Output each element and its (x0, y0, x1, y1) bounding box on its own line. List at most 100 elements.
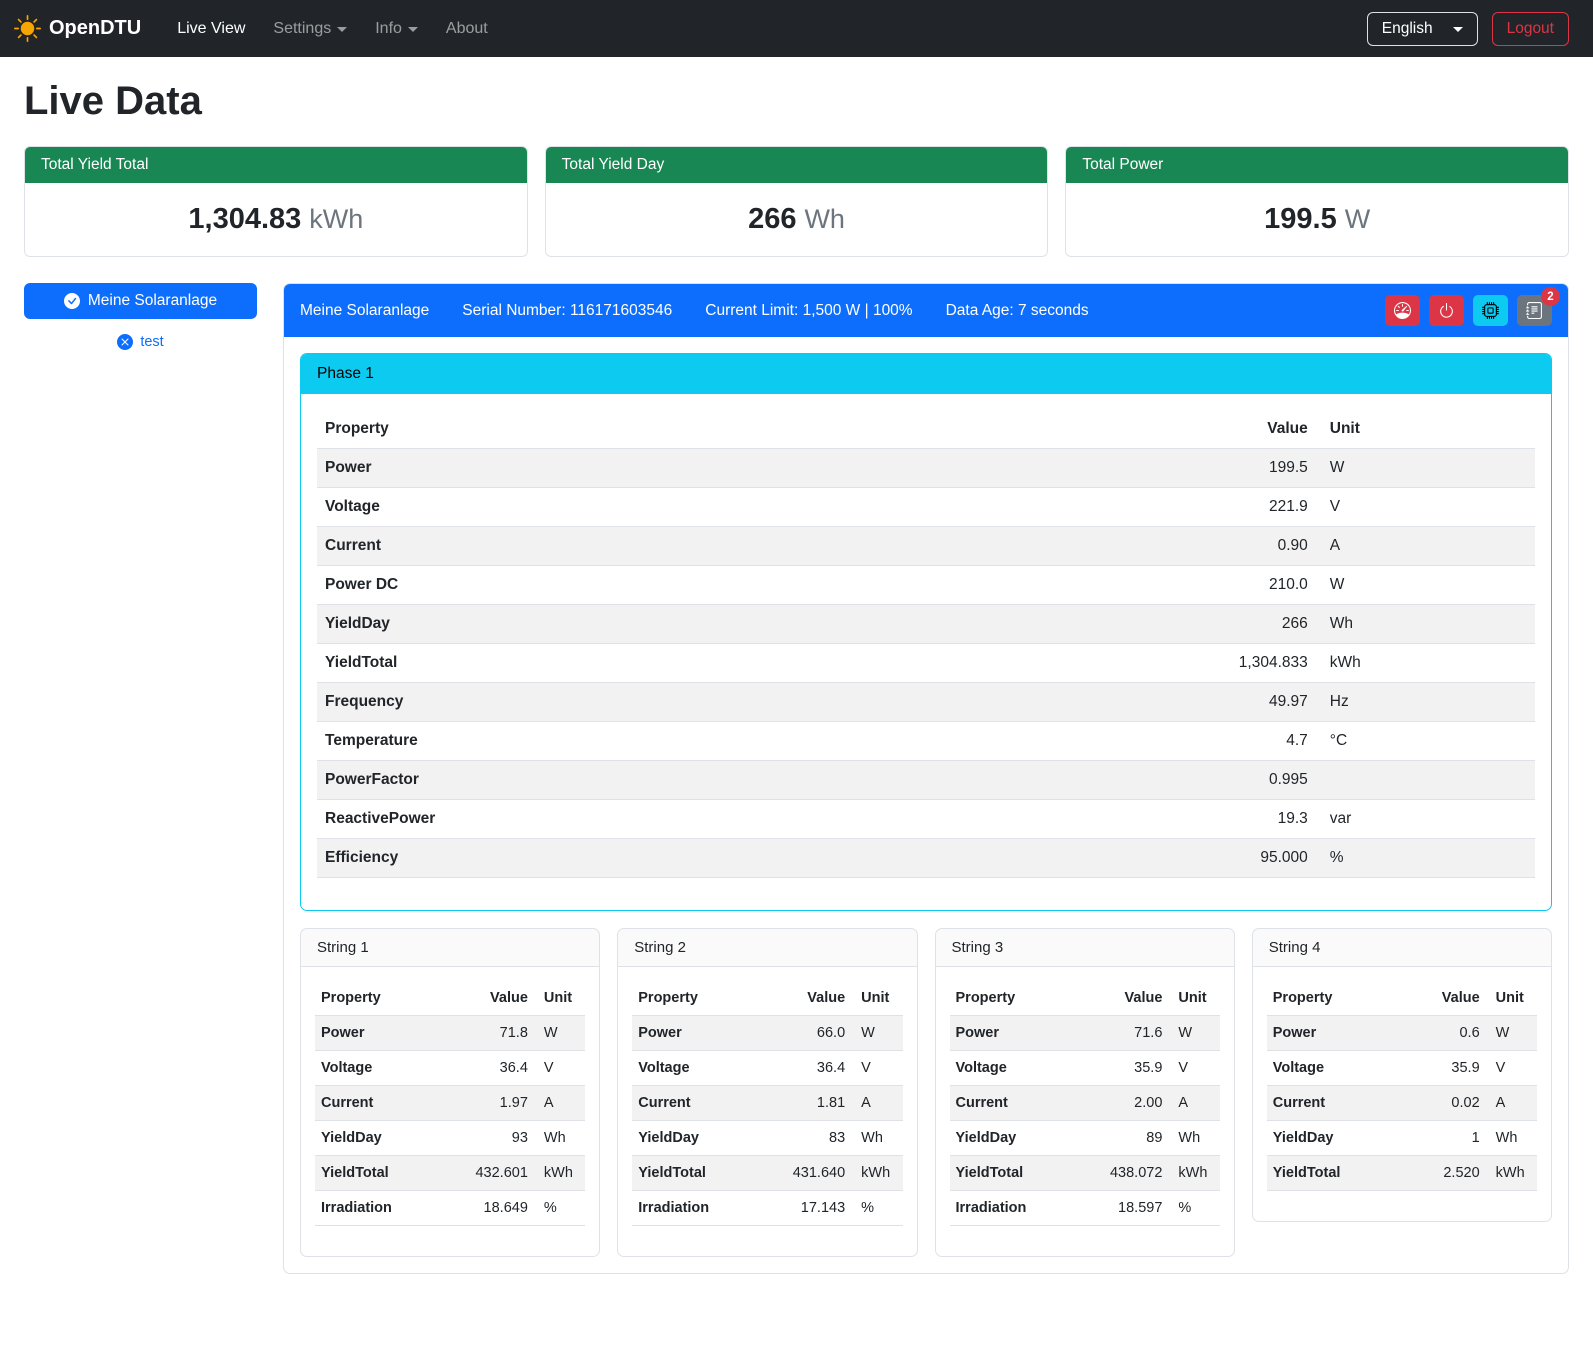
summary-card-total-yield-day: Total Yield Day 266Wh (545, 146, 1049, 257)
property-cell: YieldTotal (950, 1156, 1073, 1191)
table-row: YieldDay266Wh (317, 605, 1535, 644)
brand[interactable]: OpenDTU (14, 15, 141, 42)
property-cell: Current (632, 1086, 755, 1121)
nav-about[interactable]: About (434, 12, 500, 46)
inverter-select-button[interactable]: Meine Solaranlage (24, 283, 257, 319)
language-select[interactable]: English (1367, 12, 1478, 46)
property-cell: Efficiency (317, 839, 914, 878)
property-cell: Voltage (632, 1051, 755, 1086)
content-row: Meine Solaranlage test Meine Solaranlage… (24, 283, 1569, 1274)
column-value: Value (914, 410, 1316, 449)
value-cell: 0.02 (1401, 1086, 1485, 1121)
unit-cell: V (534, 1051, 585, 1086)
table-row: YieldDay83Wh (632, 1121, 902, 1156)
nav-links: Live View Settings Info About (165, 12, 500, 46)
value-cell: 18.597 (1073, 1191, 1169, 1226)
value-cell: 1.97 (438, 1086, 534, 1121)
unit-cell: W (1168, 1016, 1219, 1051)
unit-cell: V (1316, 488, 1535, 527)
unit-cell: A (1486, 1086, 1537, 1121)
unit-cell: W (1316, 566, 1535, 605)
table-row: YieldDay93Wh (315, 1121, 585, 1156)
string-table: Property Value Unit Power71.8W Voltage36… (315, 981, 585, 1226)
value-cell: 199.5 (914, 449, 1316, 488)
column-unit: Unit (1316, 410, 1535, 449)
phase-card: Phase 1 Property Value Unit (300, 353, 1552, 911)
sidebar: Meine Solaranlage test (24, 283, 257, 350)
phase-table: Property Value Unit Power199.5W Voltage2… (317, 410, 1535, 878)
property-cell: YieldDay (315, 1121, 438, 1156)
value-cell: 35.9 (1073, 1051, 1169, 1086)
unit-cell: kWh (1168, 1156, 1219, 1191)
property-cell: Frequency (317, 683, 914, 722)
device-info-button[interactable] (1473, 295, 1508, 326)
table-row: Power0.6W (1267, 1016, 1537, 1051)
property-cell: YieldTotal (317, 644, 914, 683)
table-row: Power71.8W (315, 1016, 585, 1051)
chevron-down-icon (408, 27, 418, 32)
string-card-1: String 1 Property Value Unit (300, 928, 600, 1257)
table-row: Current0.02A (1267, 1086, 1537, 1121)
power-button[interactable] (1429, 295, 1464, 326)
summary-unit: W (1345, 204, 1370, 234)
property-cell: ReactivePower (317, 800, 914, 839)
speedometer-icon (1394, 302, 1411, 319)
unit-cell: V (851, 1051, 902, 1086)
table-row: Current1.97A (315, 1086, 585, 1121)
unit-cell: kWh (1486, 1156, 1537, 1191)
value-cell: 89 (1073, 1121, 1169, 1156)
inverter-card-body: Phase 1 Property Value Unit (284, 337, 1568, 1273)
unit-cell: W (1486, 1016, 1537, 1051)
table-row: Power DC210.0W (317, 566, 1535, 605)
table-header-row: Property Value Unit (317, 410, 1535, 449)
unit-cell: A (1168, 1086, 1219, 1121)
table-row: YieldTotal2.520kWh (1267, 1156, 1537, 1191)
value-cell: 266 (914, 605, 1316, 644)
nav-live-view[interactable]: Live View (165, 12, 257, 46)
value-cell: 95.000 (914, 839, 1316, 878)
unit-cell: Wh (1486, 1121, 1537, 1156)
column-property: Property (1267, 981, 1402, 1016)
summary-unit: Wh (804, 204, 845, 234)
value-cell: 432.601 (438, 1156, 534, 1191)
table-row: YieldDay1Wh (1267, 1121, 1537, 1156)
page-title: Live Data (24, 79, 1569, 124)
inverter-current-limit: Current Limit: 1,500 W | 100% (705, 302, 912, 320)
property-cell: Current (317, 527, 914, 566)
table-row: Irradiation17.143% (632, 1191, 902, 1226)
nav-settings[interactable]: Settings (261, 12, 359, 46)
summary-card-title: Total Power (1066, 147, 1568, 183)
unit-cell: Wh (534, 1121, 585, 1156)
property-cell: Voltage (1267, 1051, 1402, 1086)
table-header-row: Property Value Unit (315, 981, 585, 1016)
nav-info[interactable]: Info (363, 12, 430, 46)
table-row: YieldTotal431.640kWh (632, 1156, 902, 1191)
chevron-down-icon (337, 27, 347, 32)
value-cell: 18.649 (438, 1191, 534, 1226)
property-cell: YieldDay (632, 1121, 755, 1156)
property-cell: Power (317, 449, 914, 488)
column-property: Property (632, 981, 755, 1016)
summary-card-total-yield-total: Total Yield Total 1,304.83kWh (24, 146, 528, 257)
value-cell: 4.7 (914, 722, 1316, 761)
event-log-button[interactable]: 2 (1517, 295, 1552, 326)
property-cell: Power (632, 1016, 755, 1051)
column-value: Value (438, 981, 534, 1016)
value-cell: 19.3 (914, 800, 1316, 839)
inverter-select-label: Meine Solaranlage (88, 292, 217, 310)
unit-cell: A (1316, 527, 1535, 566)
unit-cell: A (534, 1086, 585, 1121)
property-cell: Power DC (317, 566, 914, 605)
logout-button[interactable]: Logout (1492, 12, 1569, 46)
summary-card-title: Total Yield Day (546, 147, 1048, 183)
test-inverter-link[interactable]: test (24, 334, 257, 350)
limit-settings-button[interactable] (1385, 295, 1420, 326)
column-property: Property (317, 410, 914, 449)
unit-cell: % (851, 1191, 902, 1226)
table-row: Voltage35.9V (1267, 1051, 1537, 1086)
string-title: String 3 (936, 929, 1234, 967)
string-title: String 2 (618, 929, 916, 967)
column-value: Value (1073, 981, 1169, 1016)
unit-cell: W (1316, 449, 1535, 488)
column-property: Property (315, 981, 438, 1016)
